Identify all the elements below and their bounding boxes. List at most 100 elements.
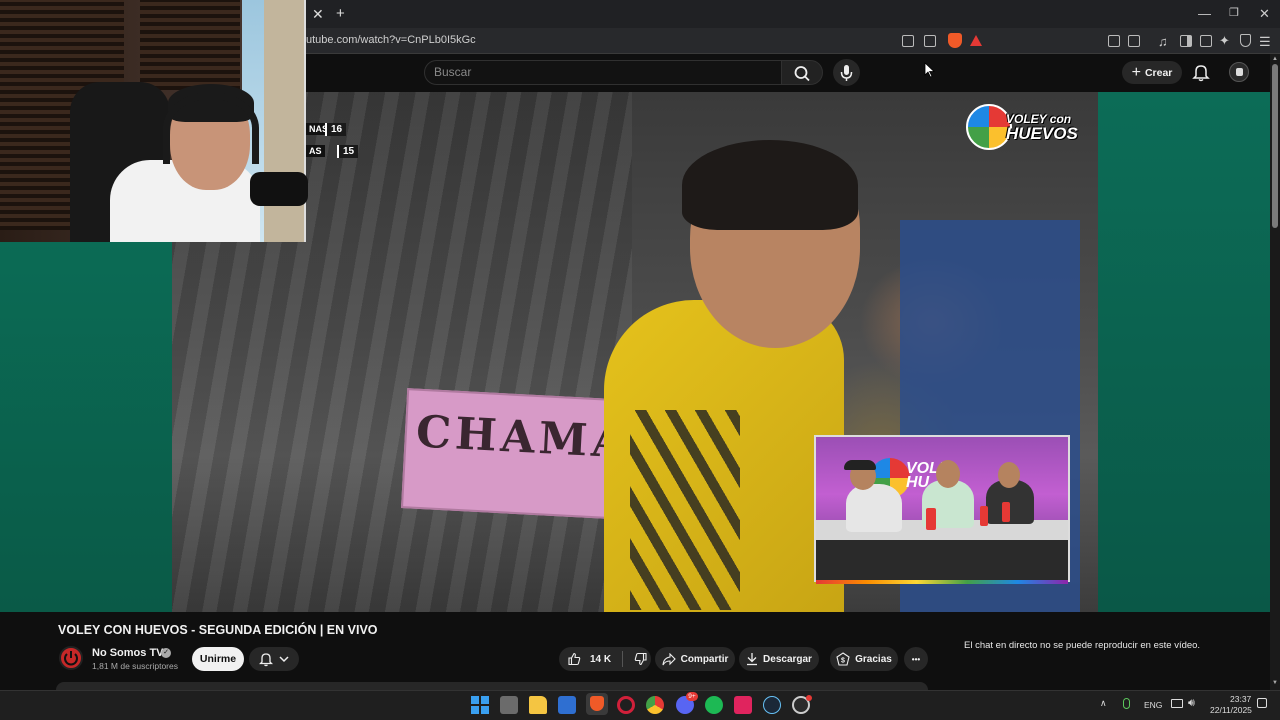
jersey-stripes: [630, 410, 740, 610]
score-row: AS 15: [305, 143, 359, 159]
svg-text:$: $: [841, 658, 845, 665]
tab-close-icon[interactable]: ✕: [312, 6, 324, 23]
share-page-icon[interactable]: [924, 35, 936, 47]
more-actions-button[interactable]: •••: [904, 647, 928, 671]
screenshot-icon[interactable]: [1128, 35, 1140, 47]
verified-check-icon: ✓: [161, 648, 171, 658]
recording-indicator: [806, 695, 812, 701]
brave-taskbar-active[interactable]: [586, 693, 608, 715]
scrollbar-thumb[interactable]: [1272, 64, 1278, 228]
host-center-head: [936, 460, 960, 488]
maximize-button[interactable]: ❐: [1229, 6, 1239, 19]
search-button[interactable]: [781, 60, 823, 85]
host-left: [846, 484, 902, 532]
host-right-head: [998, 462, 1020, 488]
network-icon[interactable]: [1171, 699, 1183, 708]
file-explorer-icon[interactable]: [529, 696, 547, 714]
share-icon: [662, 652, 676, 665]
like-dislike-group: 14 K: [559, 647, 651, 671]
headphones-icon: [163, 92, 259, 164]
leo-ai-icon[interactable]: ✦: [1219, 33, 1230, 49]
download-button[interactable]: Descargar: [739, 647, 819, 671]
steam-icon[interactable]: [763, 696, 781, 714]
score-team: NAS: [305, 123, 328, 135]
vpn-icon[interactable]: [1240, 34, 1251, 47]
download-icon: [747, 653, 758, 666]
clock-date[interactable]: 22/11/2025: [1210, 705, 1252, 715]
description-box[interactable]: [56, 682, 928, 690]
scroll-down-arrow-icon[interactable]: ▼: [1272, 680, 1278, 686]
task-view-icon[interactable]: [500, 696, 518, 714]
channel-name[interactable]: No Somos TV: [92, 647, 164, 659]
new-tab-button[interactable]: +: [336, 5, 345, 22]
share-label: Compartir: [680, 653, 729, 665]
thumbs-up-icon[interactable]: [567, 652, 581, 666]
thanks-button[interactable]: $ Gracias: [830, 647, 898, 671]
notification-settings-button[interactable]: [249, 647, 299, 671]
score-team: AS: [305, 145, 325, 157]
microphone-active-icon[interactable]: [1123, 698, 1130, 709]
player-hair: [682, 140, 858, 230]
voice-search-button[interactable]: [833, 59, 860, 86]
windows-start-icon[interactable]: [471, 696, 489, 714]
extensions-icon[interactable]: [1108, 35, 1120, 47]
video-side-panel-right: [1098, 92, 1270, 612]
studio-rainbow-strip: [816, 580, 1068, 584]
scroll-up-arrow-icon[interactable]: ▲: [1272, 56, 1278, 62]
plus-icon: +: [1131, 63, 1141, 81]
score-value: 16: [325, 122, 347, 136]
thanks-label: Gracias: [855, 653, 892, 665]
thumbs-down-icon[interactable]: [634, 652, 648, 666]
sidebar-icon[interactable]: [1180, 35, 1192, 47]
language-indicator[interactable]: ENG: [1144, 700, 1162, 710]
volume-icon[interactable]: 🔊︎: [1188, 697, 1195, 710]
scoreboard: NAS 16 AS 15: [305, 121, 359, 165]
brave-shield-icon[interactable]: [948, 33, 962, 48]
minimize-button[interactable]: —: [1198, 6, 1211, 21]
menu-icon[interactable]: ☰: [1259, 34, 1271, 50]
notifications-bell-icon[interactable]: [1192, 63, 1210, 82]
brave-browser-icon: [590, 696, 604, 711]
score-row: NAS 16: [305, 121, 358, 137]
avatar-glyph: [1236, 68, 1243, 76]
logo-line-2: HUEVOS: [1006, 124, 1078, 143]
cast-icon[interactable]: [902, 35, 914, 47]
search-icon: [794, 66, 810, 82]
channel-avatar[interactable]: [59, 646, 83, 670]
mic-icon: [840, 65, 853, 81]
search-input[interactable]: [424, 60, 782, 85]
window-close-button[interactable]: ✕: [1259, 6, 1270, 22]
app-icon[interactable]: [734, 696, 752, 714]
score-value: 15: [337, 144, 359, 158]
search-placeholder: Buscar: [434, 65, 472, 79]
discord-badge: 9+: [686, 692, 698, 701]
download-label: Descargar: [763, 653, 812, 665]
chevron-down-icon: [279, 656, 289, 663]
opera-icon[interactable]: [617, 696, 635, 714]
wallet-icon[interactable]: [1200, 35, 1212, 47]
chat-disabled-message: El chat en directo no se puede reproduci…: [964, 640, 1201, 651]
studio-desk-front: [816, 540, 1068, 582]
red-cup: [1002, 502, 1010, 522]
tray-overflow-chevron-icon[interactable]: ∧: [1100, 698, 1107, 709]
clock-time[interactable]: 23:37: [1230, 694, 1251, 704]
create-label: Crear: [1144, 66, 1173, 79]
like-divider: [622, 651, 624, 667]
streamer-microphone: [250, 172, 308, 206]
red-cup: [926, 508, 936, 530]
like-count[interactable]: 14 K: [590, 654, 611, 665]
share-button[interactable]: Compartir: [655, 647, 735, 671]
url-field[interactable]: utube.com/watch?v=CnPLb0I5kGc: [306, 34, 476, 46]
brave-rewards-icon[interactable]: [970, 35, 982, 46]
store-icon[interactable]: [558, 696, 576, 714]
join-button[interactable]: Unirme: [192, 647, 244, 671]
account-avatar[interactable]: [1229, 62, 1249, 82]
host-cap: [844, 460, 876, 470]
bell-icon: [259, 652, 273, 666]
spotify-icon[interactable]: [705, 696, 723, 714]
chrome-icon[interactable]: [646, 696, 664, 714]
notification-center-icon[interactable]: [1257, 698, 1267, 708]
red-cup: [980, 506, 988, 526]
create-button[interactable]: + Crear: [1122, 61, 1182, 84]
media-icon[interactable]: ♫: [1158, 34, 1168, 49]
